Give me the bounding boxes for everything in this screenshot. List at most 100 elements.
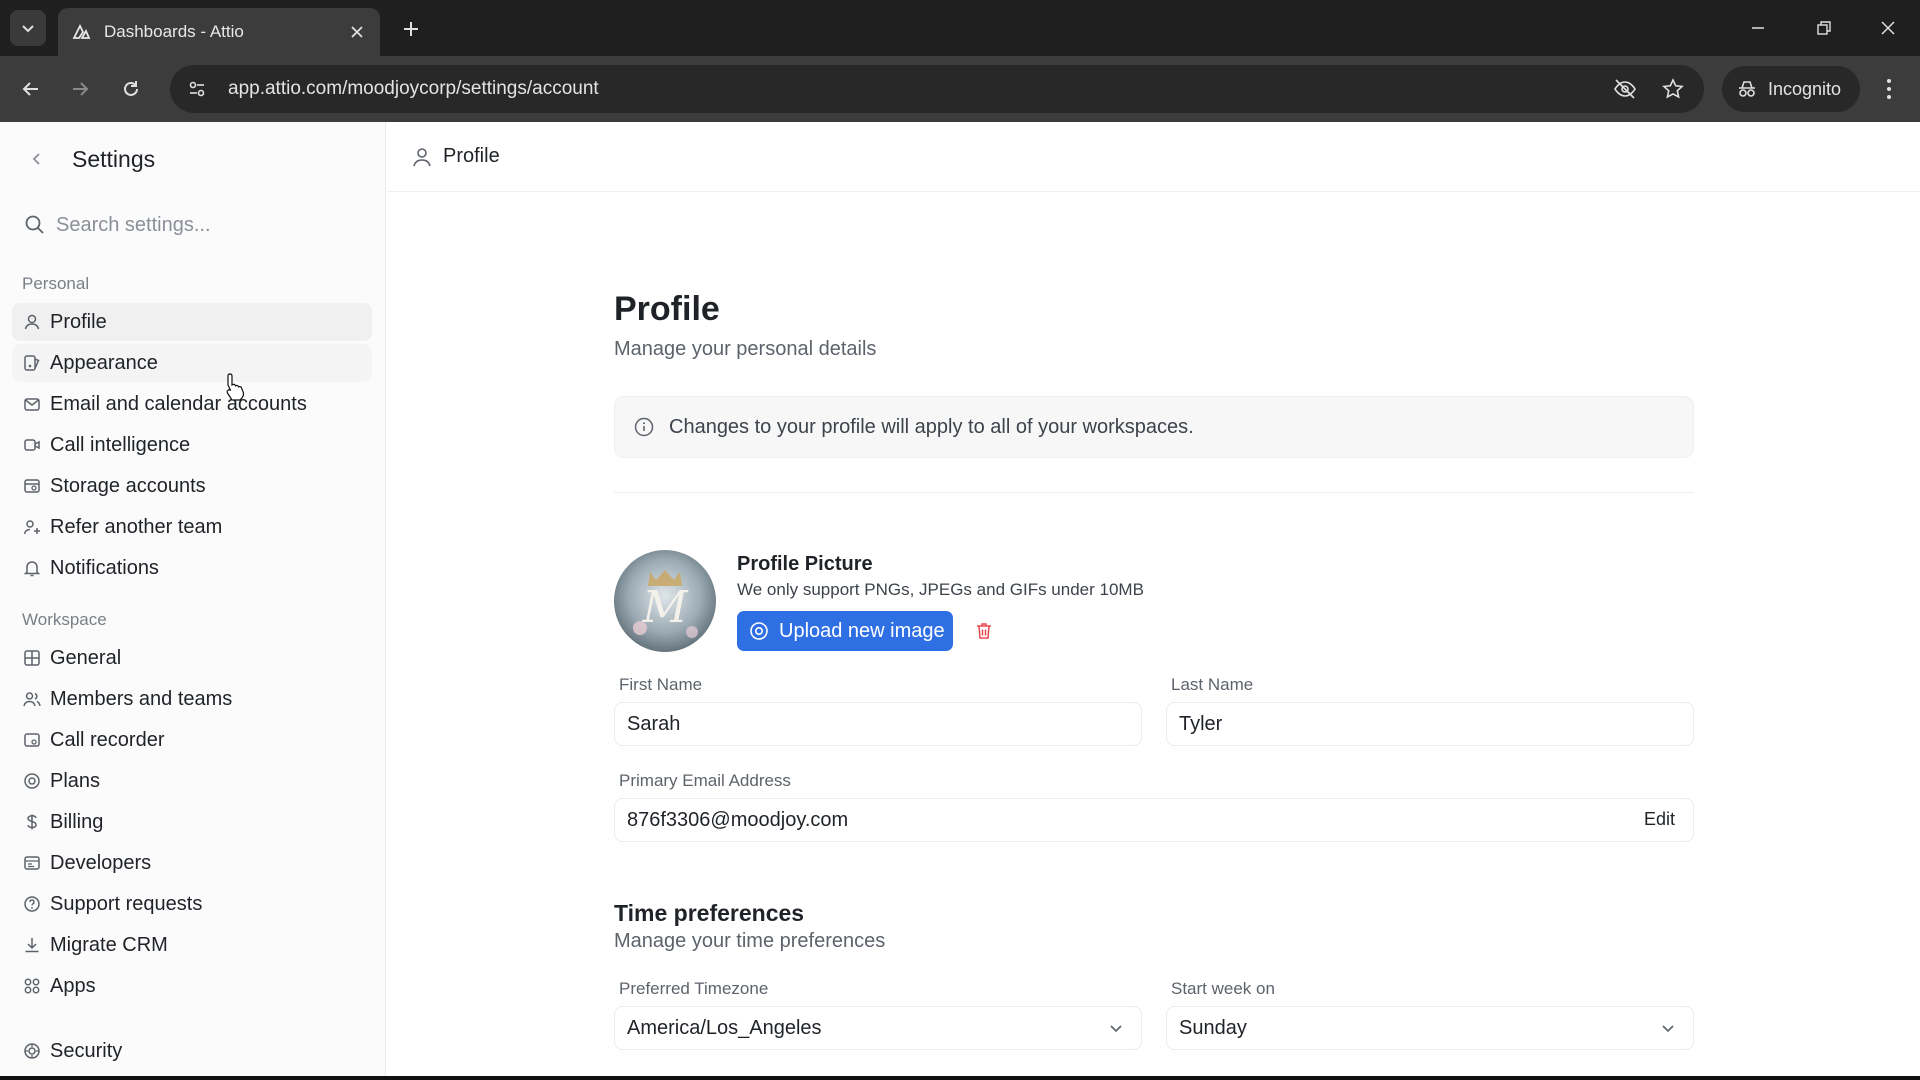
settings-sidebar: Settings Personal Profile Appearance Ema…	[0, 122, 386, 1080]
sidebar-item-billing[interactable]: Billing	[12, 803, 372, 841]
sidebar-item-label: Plans	[50, 769, 101, 792]
page-title: Profile	[614, 290, 720, 328]
browser-menu-button[interactable]	[1872, 72, 1906, 106]
workspace-notice: Changes to your profile will apply to al…	[614, 396, 1694, 458]
minimize-icon	[1752, 27, 1764, 29]
reload-icon	[124, 81, 138, 96]
first-name-label: First Name	[619, 675, 703, 694]
back-button[interactable]	[22, 144, 52, 174]
timezone-select[interactable]: America/Los_Angeles	[614, 1006, 1142, 1050]
url-text[interactable]: app.attio.com/moodjoycorp/settings/accou…	[228, 78, 1608, 100]
sidebar-item-refer-team[interactable]: Refer another team	[12, 508, 372, 546]
info-icon	[634, 417, 654, 437]
browser-toolbar: app.attio.com/moodjoycorp/settings/accou…	[0, 56, 1920, 122]
download-icon	[22, 935, 42, 955]
sidebar-item-security[interactable]: Security	[12, 1032, 372, 1070]
refer-icon	[22, 517, 42, 537]
sidebar-item-general[interactable]: General	[12, 639, 372, 677]
timezone-label: Preferred Timezone	[619, 979, 769, 998]
storage-icon	[22, 476, 42, 496]
sidebar-item-plans[interactable]: Plans	[12, 762, 372, 800]
sidebar-item-label: Billing	[50, 810, 104, 833]
trash-icon	[977, 623, 991, 639]
time-preferences-title: Time preferences	[614, 900, 805, 926]
arrow-left-icon	[22, 82, 38, 96]
minimize-button[interactable]	[1740, 12, 1776, 44]
upload-image-button[interactable]: Upload new image	[737, 611, 953, 651]
back-button[interactable]	[14, 72, 48, 106]
browser-tab-active[interactable]: Dashboards - Attio	[58, 8, 380, 56]
restore-button[interactable]	[1806, 12, 1842, 44]
sidebar-item-label: Call intelligence	[50, 433, 191, 456]
browser-tab-bar: Dashboards - Attio	[0, 0, 1920, 56]
delete-image-button[interactable]	[966, 613, 1002, 649]
tab-search-button[interactable]	[10, 10, 46, 46]
sidebar-item-label: Appearance	[50, 351, 158, 374]
sidebar-item-label: General	[50, 646, 122, 669]
sidebar-item-label: Apps	[50, 974, 96, 997]
divider	[614, 492, 1694, 493]
plus-icon	[404, 22, 418, 36]
incognito-icon	[1739, 81, 1755, 97]
sidebar-item-appearance[interactable]: Appearance	[12, 344, 372, 382]
first-name-field[interactable]	[614, 702, 1142, 746]
sidebar-item-profile[interactable]: Profile	[12, 303, 372, 341]
arrow-right-icon	[73, 82, 89, 96]
profile-picture-title: Profile Picture	[737, 553, 873, 575]
tab-title: Dashboards - Attio	[104, 22, 244, 41]
sidebar-item-email-calendar[interactable]: Email and calendar accounts	[12, 385, 372, 423]
section-heading-workspace: Workspace	[22, 610, 107, 629]
week-start-select[interactable]: Sunday	[1166, 1006, 1694, 1050]
new-tab-button[interactable]	[396, 14, 426, 44]
avatar[interactable]: M	[614, 550, 716, 652]
section-heading-personal: Personal	[22, 274, 90, 293]
close-window-button[interactable]	[1870, 12, 1906, 44]
app-window: Settings Personal Profile Appearance Ema…	[0, 122, 1920, 1080]
grid-icon	[22, 648, 42, 668]
sidebar-item-apps[interactable]: Apps	[12, 967, 372, 1005]
last-name-field[interactable]	[1166, 702, 1694, 746]
first-name-input[interactable]	[627, 712, 1141, 736]
sidebar-item-support-requests[interactable]: Support requests	[12, 885, 372, 923]
edit-email-button[interactable]: Edit	[1644, 809, 1675, 830]
search-input[interactable]	[56, 213, 356, 237]
camera-icon	[750, 622, 768, 640]
sidebar-item-storage-accounts[interactable]: Storage accounts	[12, 467, 372, 505]
incognito-indicator[interactable]: Incognito	[1722, 66, 1860, 112]
last-name-input[interactable]	[1179, 712, 1693, 736]
time-preferences-subtitle: Manage your time preferences	[614, 930, 886, 952]
email-field: 876f3306@moodjoy.com Edit	[614, 798, 1694, 842]
site-info-icon[interactable]	[180, 72, 214, 106]
code-icon	[22, 853, 42, 873]
plans-icon	[22, 771, 42, 791]
sidebar-item-members-teams[interactable]: Members and teams	[12, 680, 372, 718]
sidebar-item-call-intelligence[interactable]: Call intelligence	[12, 426, 372, 464]
sidebar-item-label: Email and calendar accounts	[50, 392, 307, 415]
chevron-down-icon	[1110, 1025, 1122, 1033]
email-value: 876f3306@moodjoy.com	[627, 808, 849, 831]
users-icon	[22, 689, 42, 709]
sidebar-item-label: Security	[50, 1039, 123, 1062]
shield-icon	[22, 1041, 42, 1061]
address-bar[interactable]: app.attio.com/moodjoycorp/settings/accou…	[170, 65, 1704, 113]
more-vertical-icon	[1887, 79, 1891, 99]
reload-button[interactable]	[114, 72, 148, 106]
profile-picture-hint: We only support PNGs, JPEGs and GIFs und…	[737, 580, 1144, 599]
apps-icon	[22, 976, 42, 996]
sidebar-item-label: Migrate CRM	[50, 933, 168, 956]
sidebar-item-notifications[interactable]: Notifications	[12, 549, 372, 587]
star-icon[interactable]	[1656, 72, 1690, 106]
sidebar-item-call-recorder[interactable]: Call recorder	[12, 721, 372, 759]
screen-bottom-edge	[0, 1076, 1920, 1080]
eye-off-icon[interactable]	[1608, 72, 1642, 106]
sidebar-item-migrate-crm[interactable]: Migrate CRM	[12, 926, 372, 964]
sidebar-header: Settings	[0, 122, 386, 196]
settings-search[interactable]	[16, 204, 366, 246]
recorder-icon	[22, 730, 42, 750]
sidebar-item-label: Members and teams	[50, 687, 233, 710]
chevron-down-icon	[1662, 1025, 1674, 1033]
forward-button[interactable]	[63, 72, 97, 106]
search-icon	[25, 215, 44, 234]
sidebar-item-developers[interactable]: Developers	[12, 844, 372, 882]
close-tab-icon[interactable]	[346, 21, 368, 43]
